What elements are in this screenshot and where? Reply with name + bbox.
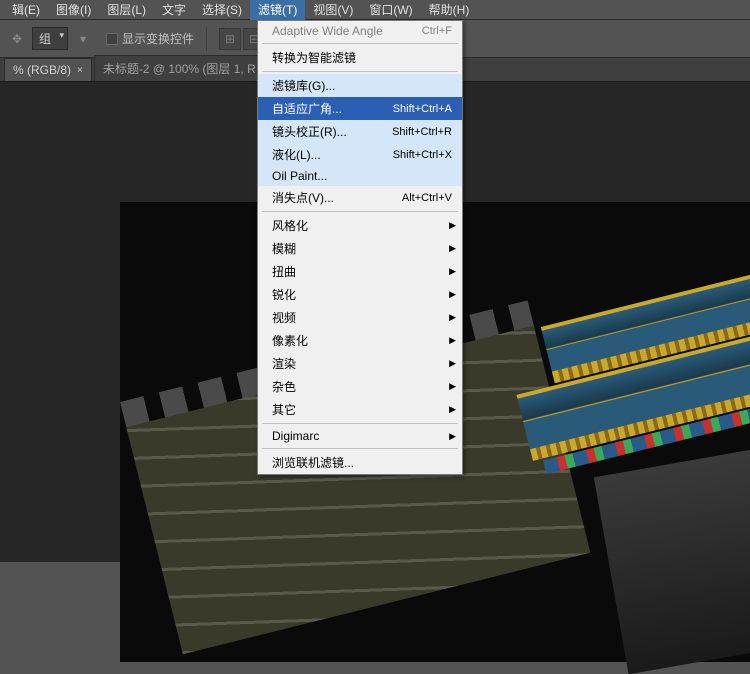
menu-item-label: Digimarc: [272, 429, 319, 443]
menu-filter[interactable]: 滤镜(T): [250, 0, 305, 20]
menu-item[interactable]: 扭曲 ▶: [258, 260, 462, 283]
menu-item[interactable]: 滤镜库(G)...: [258, 74, 462, 97]
menu-image[interactable]: 图像(I): [48, 0, 99, 20]
menu-item-label: 扭曲: [272, 263, 296, 280]
menu-item[interactable]: 镜头校正(R)... Shift+Ctrl+R: [258, 120, 462, 143]
menu-item-label: 杂色: [272, 378, 296, 395]
document-tab[interactable]: % (RGB/8) ×: [4, 58, 92, 81]
menu-item[interactable]: 锐化 ▶: [258, 283, 462, 306]
menu-item[interactable]: 模糊 ▶: [258, 237, 462, 260]
document-tab[interactable]: 未标题-2 @ 100% (图层 1, R: [94, 55, 265, 81]
tab-label: % (RGB/8): [13, 63, 71, 77]
submenu-arrow-icon: ▶: [449, 431, 456, 442]
menu-item-label: 自适应广角...: [272, 100, 342, 117]
menu-item-label: 其它: [272, 401, 296, 418]
menu-item-label: 转换为智能滤镜: [272, 49, 356, 66]
submenu-arrow-icon: ▶: [449, 335, 456, 346]
submenu-arrow-icon: ▶: [449, 358, 456, 369]
menu-help[interactable]: 帮助(H): [421, 0, 478, 20]
menu-shortcut: Alt+Ctrl+V: [402, 192, 452, 204]
submenu-arrow-icon: ▶: [449, 266, 456, 277]
menu-item: Adaptive Wide Angle Ctrl+F: [258, 21, 462, 41]
menu-item-label: Oil Paint...: [272, 169, 327, 183]
menu-item[interactable]: 风格化 ▶: [258, 214, 462, 237]
menubar: 辑(E) 图像(I) 图层(L) 文字 选择(S) 滤镜(T) 视图(V) 窗口…: [0, 0, 750, 20]
menu-item-label: 像素化: [272, 332, 308, 349]
menu-item[interactable]: 浏览联机滤镜...: [258, 451, 462, 474]
menu-item-label: 模糊: [272, 240, 296, 257]
submenu-arrow-icon: ▶: [449, 289, 456, 300]
menu-item-label: 渲染: [272, 355, 296, 372]
group-select[interactable]: 组: [32, 27, 68, 50]
menu-shortcut: Shift+Ctrl+X: [393, 149, 452, 161]
menu-select[interactable]: 选择(S): [194, 0, 250, 20]
show-transform-checkbox[interactable]: 显示变换控件: [106, 30, 194, 47]
menu-item-label: 镜头校正(R)...: [272, 123, 347, 140]
menu-window[interactable]: 窗口(W): [361, 0, 420, 20]
menu-item[interactable]: 像素化 ▶: [258, 329, 462, 352]
menu-shortcut: Shift+Ctrl+A: [393, 103, 452, 115]
separator: [206, 27, 207, 51]
image-content: [430, 262, 750, 662]
menu-item[interactable]: 渲染 ▶: [258, 352, 462, 375]
align-button[interactable]: ⊞: [219, 28, 241, 50]
menu-type[interactable]: 文字: [154, 0, 194, 20]
menu-item[interactable]: 液化(L)... Shift+Ctrl+X: [258, 143, 462, 166]
menu-item-label: 滤镜库(G)...: [272, 77, 335, 94]
menu-layer[interactable]: 图层(L): [99, 0, 154, 20]
move-tool-icon: ✥: [8, 30, 26, 48]
menu-separator: [262, 71, 458, 72]
menu-item-label: 视频: [272, 309, 296, 326]
menu-edit[interactable]: 辑(E): [4, 0, 48, 20]
menu-item-label: 浏览联机滤镜...: [272, 454, 354, 471]
menu-item-label: 液化(L)...: [272, 146, 321, 163]
menu-separator: [262, 448, 458, 449]
menu-item[interactable]: Oil Paint...: [258, 166, 462, 186]
menu-item[interactable]: 视频 ▶: [258, 306, 462, 329]
filter-menu-dropdown: Adaptive Wide Angle Ctrl+F 转换为智能滤镜滤镜库(G)..…: [257, 20, 463, 475]
menu-shortcut: Ctrl+F: [422, 25, 452, 37]
menu-item[interactable]: 自适应广角... Shift+Ctrl+A: [258, 97, 462, 120]
menu-item[interactable]: 杂色 ▶: [258, 375, 462, 398]
menu-item-label: 风格化: [272, 217, 308, 234]
submenu-arrow-icon: ▶: [449, 312, 456, 323]
menu-item-label: 消失点(V)...: [272, 189, 334, 206]
menu-item-label: Adaptive Wide Angle: [272, 24, 383, 38]
menu-separator: [262, 43, 458, 44]
menu-item[interactable]: Digimarc ▶: [258, 426, 462, 446]
submenu-arrow-icon: ▶: [449, 243, 456, 254]
menu-item[interactable]: 消失点(V)... Alt+Ctrl+V: [258, 186, 462, 209]
submenu-arrow-icon: ▶: [449, 404, 456, 415]
submenu-arrow-icon: ▶: [449, 220, 456, 231]
menu-item[interactable]: 其它 ▶: [258, 398, 462, 421]
menu-shortcut: Shift+Ctrl+R: [392, 126, 452, 138]
menu-item-label: 锐化: [272, 286, 296, 303]
menu-item[interactable]: 转换为智能滤镜: [258, 46, 462, 69]
menu-separator: [262, 423, 458, 424]
submenu-arrow-icon: ▶: [449, 381, 456, 392]
menu-separator: [262, 211, 458, 212]
tab-label: 未标题-2 @ 100% (图层 1, R: [103, 60, 256, 77]
checkbox-icon: [106, 33, 118, 45]
close-icon[interactable]: ×: [77, 65, 83, 76]
checkbox-label: 显示变换控件: [122, 30, 194, 47]
chevron-down-icon[interactable]: ▾: [74, 30, 92, 48]
menu-view[interactable]: 视图(V): [305, 0, 361, 20]
